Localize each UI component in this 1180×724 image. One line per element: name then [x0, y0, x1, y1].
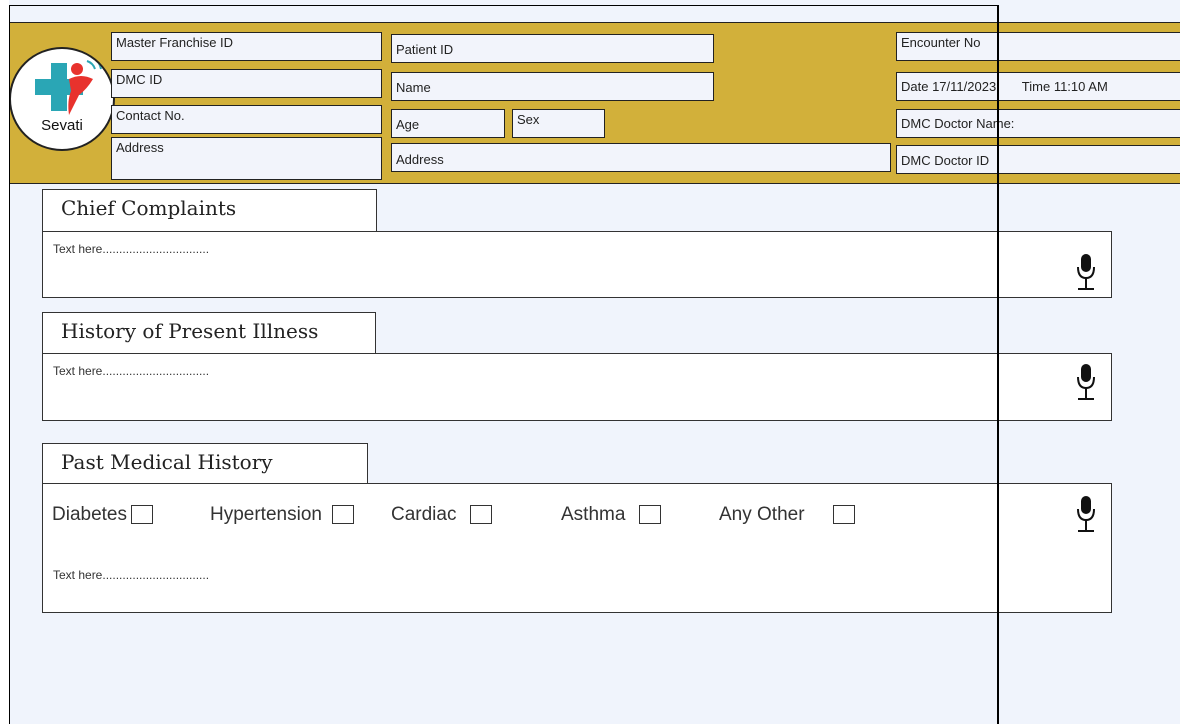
hypertension-checkbox[interactable] — [331, 505, 354, 525]
chief-complaints-input[interactable]: Text here...............................… — [42, 231, 1112, 298]
chief-complaints-title: Chief Complaints — [42, 189, 377, 232]
chief-complaints-placeholder: Text here...............................… — [53, 242, 210, 256]
address-left-field[interactable]: Address — [111, 137, 382, 180]
sevati-logo: Sevati — [9, 47, 115, 151]
master-franchise-label: Master Franchise ID — [116, 35, 234, 50]
address-mid-label: Address — [396, 152, 444, 167]
date-time-field[interactable]: Date 17/11/2023 Time 11:10 AM — [896, 72, 1180, 101]
asthma-label: Asthma — [561, 504, 626, 525]
frame-vertical-line — [997, 5, 999, 724]
pmh-title: Past Medical History — [42, 443, 368, 484]
patient-header: Sevati Master Franchise ID DMC ID Contac… — [9, 22, 1180, 184]
form-page: Sevati Master Franchise ID DMC ID Contac… — [9, 0, 1180, 724]
option-cardiac[interactable]: Cardiac — [391, 504, 493, 526]
pmh-input[interactable]: Diabetes Hypertension Cardiac Asthma Any… — [42, 483, 1112, 613]
microphone-icon[interactable] — [1074, 494, 1098, 534]
patient-id-label: Patient ID — [396, 42, 454, 57]
option-diabetes[interactable]: Diabetes — [52, 504, 153, 526]
doctor-id-label: DMC Doctor ID — [901, 153, 990, 168]
name-field[interactable]: Name — [391, 72, 714, 101]
microphone-icon[interactable] — [1074, 362, 1098, 402]
option-hypertension[interactable]: Hypertension — [210, 504, 354, 526]
any-other-checkbox[interactable] — [832, 505, 855, 525]
frame-top-line — [9, 5, 999, 6]
cardiac-checkbox[interactable] — [470, 505, 493, 525]
address-left-label: Address — [116, 140, 164, 155]
age-label: Age — [396, 117, 420, 132]
microphone-icon[interactable] — [1074, 252, 1098, 292]
address-mid-field[interactable]: Address — [391, 143, 891, 172]
master-franchise-field[interactable]: Master Franchise ID — [111, 32, 382, 61]
logo-text: Sevati — [41, 117, 83, 134]
contact-label: Contact No. — [116, 108, 185, 123]
hpi-title: History of Present Illness — [42, 312, 376, 354]
asthma-checkbox[interactable] — [639, 505, 662, 525]
name-label: Name — [396, 80, 431, 95]
option-any-other[interactable]: Any Other — [719, 504, 855, 526]
hpi-input[interactable]: Text here...............................… — [42, 353, 1112, 421]
contact-field[interactable]: Contact No. — [111, 105, 382, 134]
date-label: Date 17/11/2023 — [901, 79, 997, 94]
dmc-id-field[interactable]: DMC ID — [111, 69, 382, 98]
doctor-id-field[interactable]: DMC Doctor ID — [896, 145, 1180, 174]
age-field[interactable]: Age — [391, 109, 505, 138]
sevati-logo-mark — [35, 56, 102, 115]
encounter-field[interactable]: Encounter No — [896, 32, 1180, 61]
cardiac-label: Cardiac — [391, 504, 457, 525]
option-asthma[interactable]: Asthma — [561, 504, 662, 526]
dmc-id-label: DMC ID — [116, 72, 163, 87]
patient-id-field[interactable]: Patient ID — [391, 34, 714, 63]
diabetes-checkbox[interactable] — [131, 505, 153, 525]
sex-label: Sex — [517, 112, 540, 127]
hpi-placeholder: Text here...............................… — [53, 364, 210, 378]
frame-left-line — [9, 5, 10, 724]
any-other-label: Any Other — [719, 504, 805, 525]
doctor-name-field[interactable]: DMC Doctor Name: — [896, 109, 1180, 138]
encounter-label: Encounter No — [901, 35, 981, 50]
sex-field[interactable]: Sex — [512, 109, 605, 138]
hypertension-label: Hypertension — [210, 504, 322, 525]
diabetes-label: Diabetes — [52, 504, 127, 525]
pmh-placeholder: Text here...............................… — [53, 568, 210, 582]
time-label: Time 11:10 AM — [1021, 79, 1108, 94]
